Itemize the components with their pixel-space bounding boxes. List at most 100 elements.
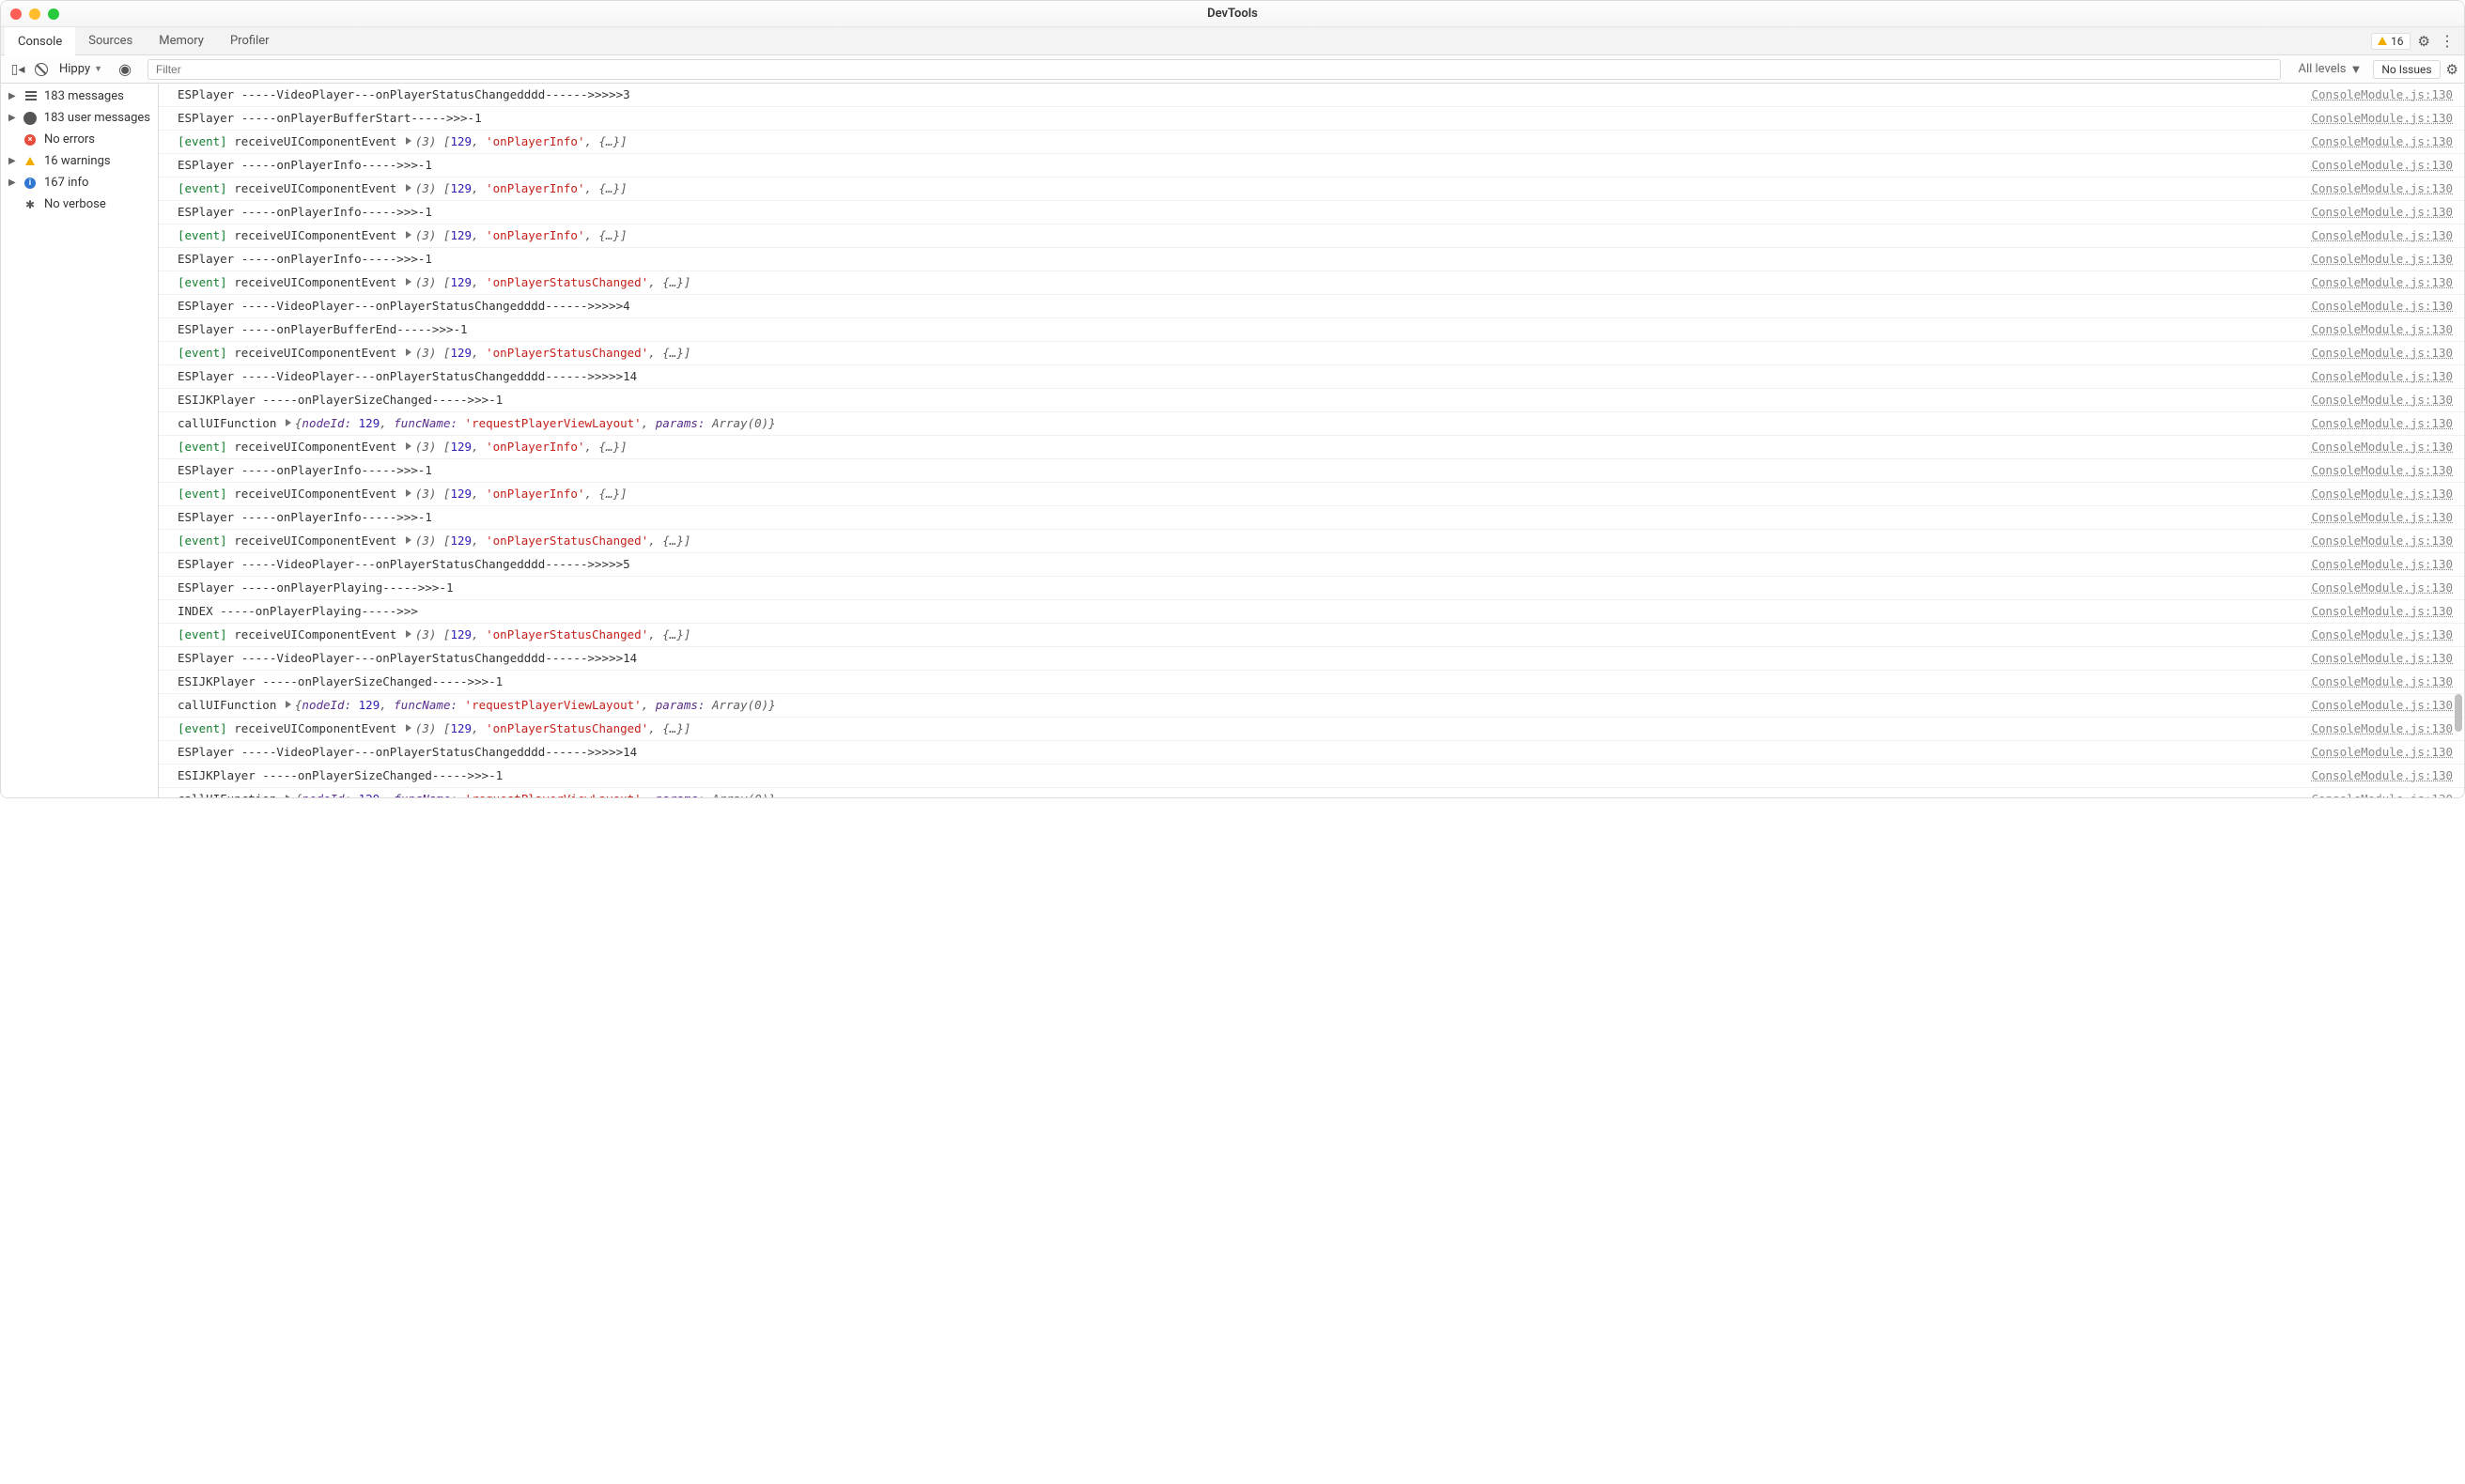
- sidebar-item[interactable]: ▶183 messages: [1, 85, 158, 107]
- expand-object-icon[interactable]: [406, 184, 411, 192]
- toggle-sidebar-icon[interactable]: ▯◂: [7, 62, 29, 77]
- log-message: ESPlayer -----VideoPlayer---onPlayerStat…: [178, 743, 2292, 762]
- log-source-link[interactable]: ConsoleModule.js:130: [2292, 226, 2453, 245]
- log-source-link[interactable]: ConsoleModule.js:130: [2292, 579, 2453, 597]
- log-source-link[interactable]: ConsoleModule.js:130: [2292, 696, 2453, 715]
- warnings-count: 16: [2391, 35, 2404, 48]
- log-source-link[interactable]: ConsoleModule.js:130: [2292, 320, 2453, 339]
- log-message: [event] receiveUIComponentEvent (3) [129…: [178, 226, 2292, 245]
- log-message: ESPlayer -----VideoPlayer---onPlayerStat…: [178, 555, 2292, 574]
- log-source-link[interactable]: ConsoleModule.js:130: [2292, 766, 2453, 785]
- log-levels-dropdown[interactable]: All levels ▼: [2292, 62, 2367, 77]
- tab-sources[interactable]: Sources: [75, 27, 146, 55]
- log-message: ESPlayer -----onPlayerInfo----->>>-1: [178, 203, 2292, 222]
- settings-icon[interactable]: ⚙: [2418, 33, 2430, 50]
- log-message: ESPlayer -----onPlayerBufferEnd----->>>-…: [178, 320, 2292, 339]
- log-source-link[interactable]: ConsoleModule.js:130: [2292, 672, 2453, 691]
- console-log-area[interactable]: ESPlayer -----VideoPlayer---onPlayerStat…: [159, 84, 2464, 797]
- log-row: [event] receiveUIComponentEvent (3) [129…: [159, 436, 2464, 459]
- filter-input[interactable]: [147, 59, 2281, 80]
- log-source-link[interactable]: ConsoleModule.js:130: [2292, 508, 2453, 527]
- expand-object-icon[interactable]: [406, 724, 411, 732]
- log-source-link[interactable]: ConsoleModule.js:130: [2292, 719, 2453, 738]
- expand-object-icon[interactable]: [286, 419, 291, 426]
- log-row: [event] receiveUIComponentEvent (3) [129…: [159, 483, 2464, 506]
- info-icon: i: [23, 177, 37, 190]
- log-source-link[interactable]: ConsoleModule.js:130: [2292, 485, 2453, 503]
- log-source-link[interactable]: ConsoleModule.js:130: [2292, 438, 2453, 456]
- log-source-link[interactable]: ConsoleModule.js:130: [2292, 109, 2453, 128]
- sidebar-item[interactable]: ▶183 user messages: [1, 107, 158, 129]
- log-source-link[interactable]: ConsoleModule.js:130: [2292, 626, 2453, 644]
- log-source-link[interactable]: ConsoleModule.js:130: [2292, 179, 2453, 198]
- user-icon: [23, 112, 37, 125]
- log-source-link[interactable]: ConsoleModule.js:130: [2292, 649, 2453, 668]
- tab-memory[interactable]: Memory: [146, 27, 217, 55]
- log-message: [event] receiveUIComponentEvent (3) [129…: [178, 132, 2292, 151]
- log-source-link[interactable]: ConsoleModule.js:130: [2292, 790, 2453, 797]
- log-message: [event] receiveUIComponentEvent (3) [129…: [178, 485, 2292, 503]
- expand-object-icon[interactable]: [406, 442, 411, 450]
- expand-object-icon[interactable]: [406, 489, 411, 497]
- console-settings-icon[interactable]: ⚙: [2446, 61, 2458, 78]
- log-source-link[interactable]: ConsoleModule.js:130: [2292, 344, 2453, 363]
- log-row: [event] receiveUIComponentEvent (3) [129…: [159, 342, 2464, 365]
- warnings-badge[interactable]: 16: [2371, 33, 2411, 50]
- tab-profiler[interactable]: Profiler: [217, 27, 283, 55]
- log-source-link[interactable]: ConsoleModule.js:130: [2292, 391, 2453, 410]
- log-row: [event] receiveUIComponentEvent (3) [129…: [159, 718, 2464, 741]
- sidebar-item-label: 16 warnings: [44, 154, 111, 168]
- minimize-icon[interactable]: [29, 8, 40, 20]
- sidebar-item[interactable]: ✱ No verbose: [1, 193, 158, 215]
- sidebar-item[interactable]: ▶i167 info: [1, 172, 158, 193]
- live-expression-icon[interactable]: ◉: [114, 60, 136, 78]
- log-source-link[interactable]: ConsoleModule.js:130: [2292, 250, 2453, 269]
- log-row: [event] receiveUIComponentEvent (3) [129…: [159, 131, 2464, 154]
- log-row: ESPlayer -----VideoPlayer---onPlayerStat…: [159, 84, 2464, 107]
- sidebar-item[interactable]: ×No errors: [1, 129, 158, 150]
- log-source-link[interactable]: ConsoleModule.js:130: [2292, 532, 2453, 550]
- log-source-link[interactable]: ConsoleModule.js:130: [2292, 273, 2453, 292]
- log-row: ESPlayer -----onPlayerBufferEnd----->>>-…: [159, 318, 2464, 342]
- expand-icon: ▶: [8, 178, 16, 188]
- log-source-link[interactable]: ConsoleModule.js:130: [2292, 85, 2453, 104]
- sidebar-item[interactable]: ▶16 warnings: [1, 150, 158, 172]
- maximize-icon[interactable]: [48, 8, 59, 20]
- expand-object-icon[interactable]: [406, 630, 411, 638]
- log-message: ESPlayer -----onPlayerInfo----->>>-1: [178, 508, 2292, 527]
- log-source-link[interactable]: ConsoleModule.js:130: [2292, 602, 2453, 621]
- context-dropdown[interactable]: Hippy ▼: [54, 62, 108, 76]
- expand-icon: ▶: [8, 91, 16, 101]
- log-source-link[interactable]: ConsoleModule.js:130: [2292, 132, 2453, 151]
- scrollbar-thumb[interactable]: [2455, 694, 2462, 732]
- sidebar-item-label: No verbose: [44, 197, 106, 211]
- log-row: ESPlayer -----onPlayerInfo----->>>-1Cons…: [159, 201, 2464, 224]
- log-row: [event] receiveUIComponentEvent (3) [129…: [159, 178, 2464, 201]
- expand-object-icon[interactable]: [406, 231, 411, 239]
- log-row: ESIJKPlayer -----onPlayerSizeChanged----…: [159, 671, 2464, 694]
- tab-console[interactable]: Console: [5, 26, 75, 57]
- issues-button[interactable]: No Issues: [2373, 60, 2440, 79]
- clear-console-icon[interactable]: [35, 63, 48, 76]
- log-source-link[interactable]: ConsoleModule.js:130: [2292, 156, 2453, 175]
- log-message: [event] receiveUIComponentEvent (3) [129…: [178, 344, 2292, 363]
- log-source-link[interactable]: ConsoleModule.js:130: [2292, 414, 2453, 433]
- log-source-link[interactable]: ConsoleModule.js:130: [2292, 297, 2453, 316]
- log-source-link[interactable]: ConsoleModule.js:130: [2292, 743, 2453, 762]
- log-source-link[interactable]: ConsoleModule.js:130: [2292, 203, 2453, 222]
- log-source-link[interactable]: ConsoleModule.js:130: [2292, 461, 2453, 480]
- expand-object-icon[interactable]: [406, 536, 411, 544]
- verbose-icon: ✱: [23, 198, 37, 211]
- context-label: Hippy: [59, 62, 90, 76]
- log-row: callUIFunction {nodeId: 129, funcName: '…: [159, 412, 2464, 436]
- expand-object-icon[interactable]: [406, 278, 411, 286]
- close-icon[interactable]: [10, 8, 22, 20]
- expand-object-icon[interactable]: [406, 348, 411, 356]
- expand-object-icon[interactable]: [286, 795, 291, 797]
- expand-object-icon[interactable]: [286, 701, 291, 708]
- expand-object-icon[interactable]: [406, 137, 411, 145]
- log-row: ESPlayer -----onPlayerBufferStart----->>…: [159, 107, 2464, 131]
- log-source-link[interactable]: ConsoleModule.js:130: [2292, 367, 2453, 386]
- more-icon[interactable]: ⋮: [2438, 32, 2457, 50]
- log-source-link[interactable]: ConsoleModule.js:130: [2292, 555, 2453, 574]
